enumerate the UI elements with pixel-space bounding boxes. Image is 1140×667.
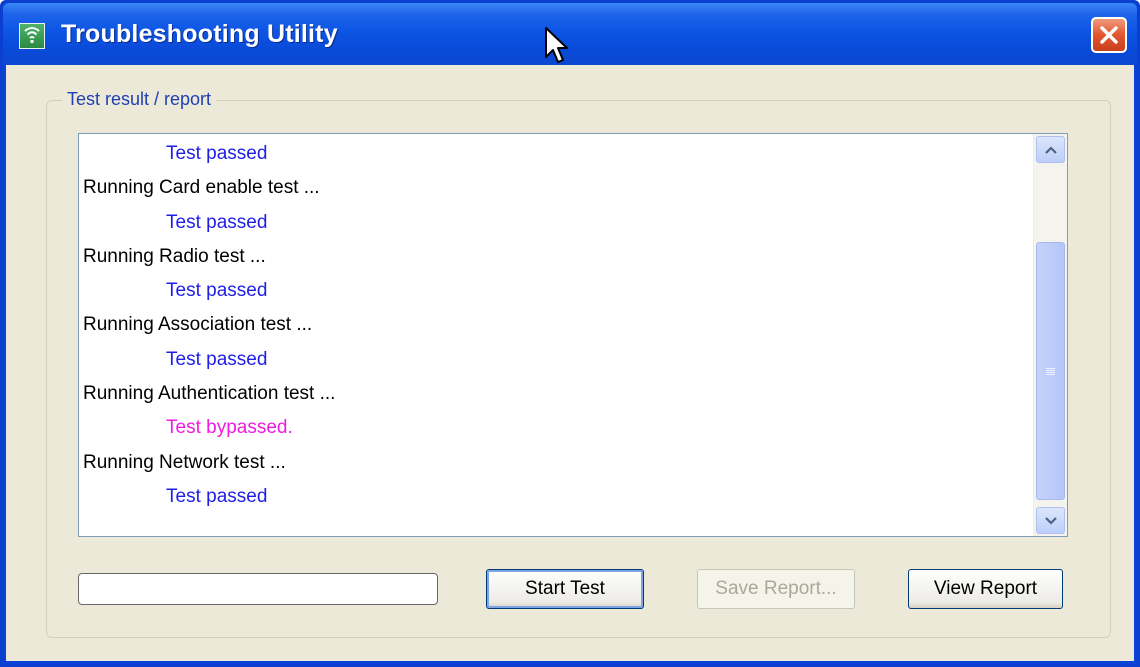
log-line-passed: Test passed [166,143,268,164]
vertical-scrollbar[interactable] [1033,134,1067,536]
scroll-down-button[interactable] [1036,507,1065,534]
scroll-thumb[interactable] [1036,242,1065,500]
log-line-passed: Test passed [166,485,268,507]
log-lines: Test passed Running Card enable test ... T… [81,137,1031,536]
scroll-up-button[interactable] [1036,136,1065,163]
start-test-button[interactable]: Start Test [486,569,644,609]
view-report-button[interactable]: View Report [908,569,1063,609]
close-button[interactable] [1091,17,1127,53]
log-line-running: Running Association test ... [83,314,313,336]
troubleshooting-window: Troubleshooting Utility Test result / re… [0,0,1140,667]
test-progress-bar [78,573,438,605]
log-line-passed: Test passed [166,211,268,233]
close-x-icon [1100,26,1118,44]
test-log-list[interactable]: Test passed Running Card enable test ... T… [78,133,1068,537]
window-title: Troubleshooting Utility [61,20,338,48]
group-label: Test result / report [62,89,217,110]
log-line-running: Running Network test ... [83,451,286,473]
chevron-up-icon [1044,145,1057,154]
log-line-bypassed: Test bypassed. [166,417,293,439]
chevron-down-icon [1044,516,1057,525]
save-report-button: Save Report... [697,569,855,609]
log-line-running: Running Radio test ... [83,245,266,267]
log-line-running: Running Card enable test ... [83,177,320,199]
log-line-running: Running Authentication test ... [83,383,336,405]
mouse-pointer-icon [545,27,568,63]
grip-icon [1046,367,1055,376]
wireless-signal-icon [19,23,45,49]
log-line-passed: Test passed [166,280,268,302]
log-line-passed: Test passed [166,348,268,370]
window-client-area: Test result / report Test passed Running … [6,65,1134,661]
